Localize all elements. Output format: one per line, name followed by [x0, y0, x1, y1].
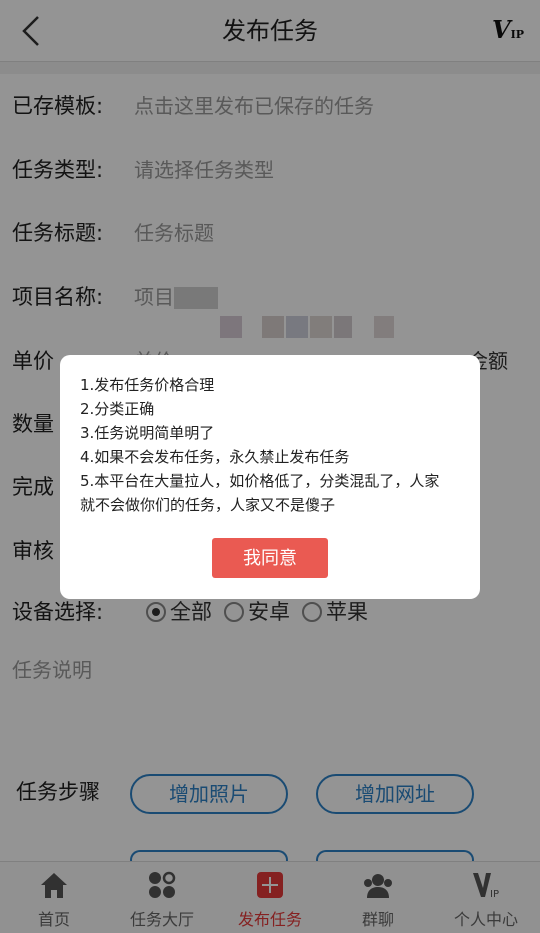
rule-item: 5.本平台在大量拉人，如价格低了，分类混乱了，人家	[80, 472, 440, 490]
rules-list: 1.发布任务价格合理 2.分类正确 3.任务说明简单明了 4.如果不会发布任务，…	[80, 373, 470, 517]
rule-item: 就不会做你们的任务，人家又不是傻子	[80, 496, 336, 514]
rules-dialog: 1.发布任务价格合理 2.分类正确 3.任务说明简单明了 4.如果不会发布任务，…	[60, 355, 480, 599]
rule-item: 1.发布任务价格合理	[80, 376, 215, 394]
agree-button[interactable]: 我同意	[212, 538, 328, 578]
rule-item: 3.任务说明简单明了	[80, 424, 215, 442]
rule-item: 2.分类正确	[80, 400, 155, 418]
rule-item: 4.如果不会发布任务，永久禁止发布任务	[80, 448, 350, 466]
